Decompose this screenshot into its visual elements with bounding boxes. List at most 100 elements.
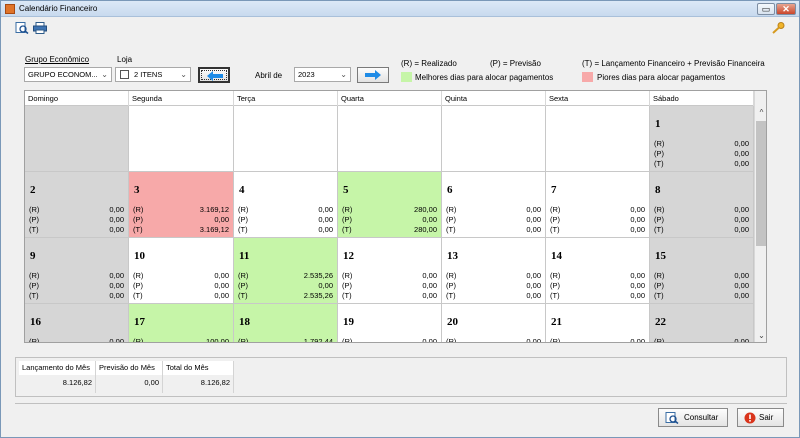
calendar-day-cell[interactable]: 9 (R) 0,00 (P) 0,00 (T) 0,00 <box>25 238 129 304</box>
day-number: 16 <box>30 316 41 328</box>
value-amount: 0,00 <box>109 337 124 343</box>
weekday-header: Sábado <box>650 91 754 106</box>
value-amount: 0,00 <box>734 139 749 148</box>
calendar-day-cell[interactable]: 14 (R) 0,00 (P) 0,00 (T) 0,00 <box>546 238 650 304</box>
calendar-day-cell[interactable]: 1 (R) 0,00 (P) 0,00 (T) 0,00 <box>650 106 754 172</box>
day-value-line: (R) 0,00 <box>654 271 749 281</box>
calendar-day-cell[interactable]: 22 (R) 0,00 <box>650 304 754 342</box>
calendar-day-cell[interactable]: 2 (R) 0,00 (P) 0,00 (T) 0,00 <box>25 172 129 238</box>
day-number: 1 <box>655 118 661 130</box>
sair-button[interactable]: Sair <box>737 408 784 427</box>
calendar-day-cell[interactable] <box>546 106 650 172</box>
vertical-scrollbar[interactable]: ^ ⌄ <box>754 91 766 342</box>
value-type-label: (R) <box>29 205 40 214</box>
day-value-line: (P) 0,00 <box>446 281 541 291</box>
day-value-line: (R) 0,00 <box>550 337 645 343</box>
calendar-day-cell[interactable]: 5 (R) 280,00 (P) 0,00 (T) 280,00 <box>338 172 442 238</box>
value-type-label: (P) <box>446 215 456 224</box>
day-number: 22 <box>655 316 666 328</box>
value-amount: 0,00 <box>318 225 333 234</box>
close-button[interactable]: ✕ <box>776 3 796 15</box>
value-type-label: (P) <box>238 215 248 224</box>
value-type-label: (R) <box>550 271 561 280</box>
calendar-day-cell[interactable]: 3 (R) 3.169,12 (P) 0,00 (T) 3.169,12 <box>129 172 234 238</box>
day-number: 4 <box>239 184 245 196</box>
calendar-day-cell[interactable]: 4 (R) 0,00 (P) 0,00 (T) 0,00 <box>234 172 338 238</box>
calendar-day-cell[interactable]: 20 (R) 0,00 <box>442 304 546 342</box>
year-select[interactable]: 2023 ⌄ <box>294 67 351 82</box>
calendar-day-cell[interactable] <box>338 106 442 172</box>
value-amount: 0,00 <box>109 271 124 280</box>
calendar-day-cell[interactable]: 6 (R) 0,00 (P) 0,00 (T) 0,00 <box>442 172 546 238</box>
calendar-day-cell[interactable]: 7 (R) 0,00 (P) 0,00 (T) 0,00 <box>546 172 650 238</box>
calendar-day-cell[interactable]: 8 (R) 0,00 (P) 0,00 (T) 0,00 <box>650 172 754 238</box>
scroll-thumb[interactable] <box>756 121 766 246</box>
day-value-line: (R) 3.169,12 <box>133 205 229 215</box>
day-number: 10 <box>134 250 145 262</box>
grupo-economico-select[interactable]: GRUPO ECONOM... ⌄ <box>24 67 112 82</box>
minimize-button[interactable]: ▭ <box>757 3 775 15</box>
calendar-day-cell[interactable] <box>234 106 338 172</box>
calendar-day-cell[interactable] <box>129 106 234 172</box>
scroll-up-icon[interactable]: ^ <box>755 106 766 120</box>
value-amount: 0,00 <box>109 215 124 224</box>
value-amount: 0,00 <box>422 291 437 300</box>
print-icon[interactable] <box>33 22 47 34</box>
value-type-label: (P) <box>29 215 39 224</box>
previous-month-button[interactable] <box>198 67 230 83</box>
value-type-label: (P) <box>29 281 39 290</box>
window-title: Calendário Financeiro <box>19 4 98 13</box>
next-month-button[interactable] <box>357 67 389 83</box>
day-value-line: (R) 0,00 <box>342 337 437 342</box>
day-value-line: (P) 0,00 <box>446 215 541 225</box>
calendar-day-cell[interactable]: 18 (R) 1.792,44 <box>234 304 338 343</box>
value-type-label: (R) <box>133 271 144 280</box>
year-value: 2023 <box>298 70 315 79</box>
weekday-header: Domingo <box>25 91 129 106</box>
day-value-line: (T) 280,00 <box>342 225 437 235</box>
arrow-left-icon <box>207 71 223 81</box>
calendar-day-cell[interactable]: 19 (R) 0,00 <box>338 304 442 342</box>
value-amount: 0,00 <box>734 281 749 290</box>
calendar-day-cell[interactable] <box>442 106 546 172</box>
day-value-line: (T) 0,00 <box>550 291 645 301</box>
day-value-line: (R) 0,00 <box>29 337 124 343</box>
value-type-label: (P) <box>238 281 248 290</box>
value-amount: 100,00 <box>206 337 229 343</box>
value-amount: 0,00 <box>734 291 749 300</box>
key-icon[interactable] <box>771 22 785 34</box>
footer-divider <box>15 403 787 404</box>
value-type-label: (R) <box>133 337 144 343</box>
value-amount: 0,00 <box>630 215 645 224</box>
calendar-day-cell[interactable]: 10 (R) 0,00 (P) 0,00 (T) 0,00 <box>129 238 234 304</box>
weekday-header: Sexta <box>546 91 650 106</box>
value-type-label: (R) <box>238 337 249 343</box>
scroll-down-icon[interactable]: ⌄ <box>755 329 766 342</box>
search-report-icon[interactable] <box>15 22 29 34</box>
value-amount: 0,00 <box>630 337 645 343</box>
calendar-day-cell[interactable]: 13 (R) 0,00 (P) 0,00 (T) 0,00 <box>442 238 546 304</box>
day-value-line: (T) 0,00 <box>550 225 645 235</box>
calendar-day-cell[interactable]: 15 (R) 0,00 (P) 0,00 (T) 0,00 <box>650 238 754 304</box>
calendar-day-cell[interactable]: 17 (R) 100,00 <box>129 304 234 343</box>
lancamento-mes-column: Lançamento do Mês 8.126,82 <box>19 361 96 393</box>
loja-checkbox[interactable] <box>120 70 129 79</box>
consultar-button[interactable]: Consultar <box>658 408 728 427</box>
calendar-day-cell[interactable] <box>25 106 129 172</box>
calendar-day-cell[interactable]: 11 (R) 2.535,26 (P) 0,00 (T) 2.535,26 <box>234 238 338 304</box>
calendar-day-cell[interactable]: 16 (R) 0,00 <box>25 304 129 343</box>
day-value-line: (R) 0,00 <box>446 271 541 281</box>
loja-select[interactable]: 2 ITENS ⌄ <box>115 67 191 82</box>
value-amount: 0,00 <box>526 271 541 280</box>
grupo-economico-label: Grupo Econômico <box>25 55 90 64</box>
legend-previsao: (P) = Previsão <box>490 59 541 68</box>
calendar-day-cell[interactable]: 21 (R) 0,00 <box>546 304 650 343</box>
value-amount: 0,00 <box>630 225 645 234</box>
value-amount: 0,00 <box>734 159 749 168</box>
loja-value: 2 ITENS <box>134 70 163 79</box>
day-value-line: (T) 0,00 <box>446 225 541 235</box>
day-value-line: (R) 0,00 <box>29 271 124 281</box>
value-type-label: (R) <box>342 205 353 214</box>
calendar-day-cell[interactable]: 12 (R) 0,00 (P) 0,00 (T) 0,00 <box>338 238 442 304</box>
value-type-label: (T) <box>238 291 248 300</box>
